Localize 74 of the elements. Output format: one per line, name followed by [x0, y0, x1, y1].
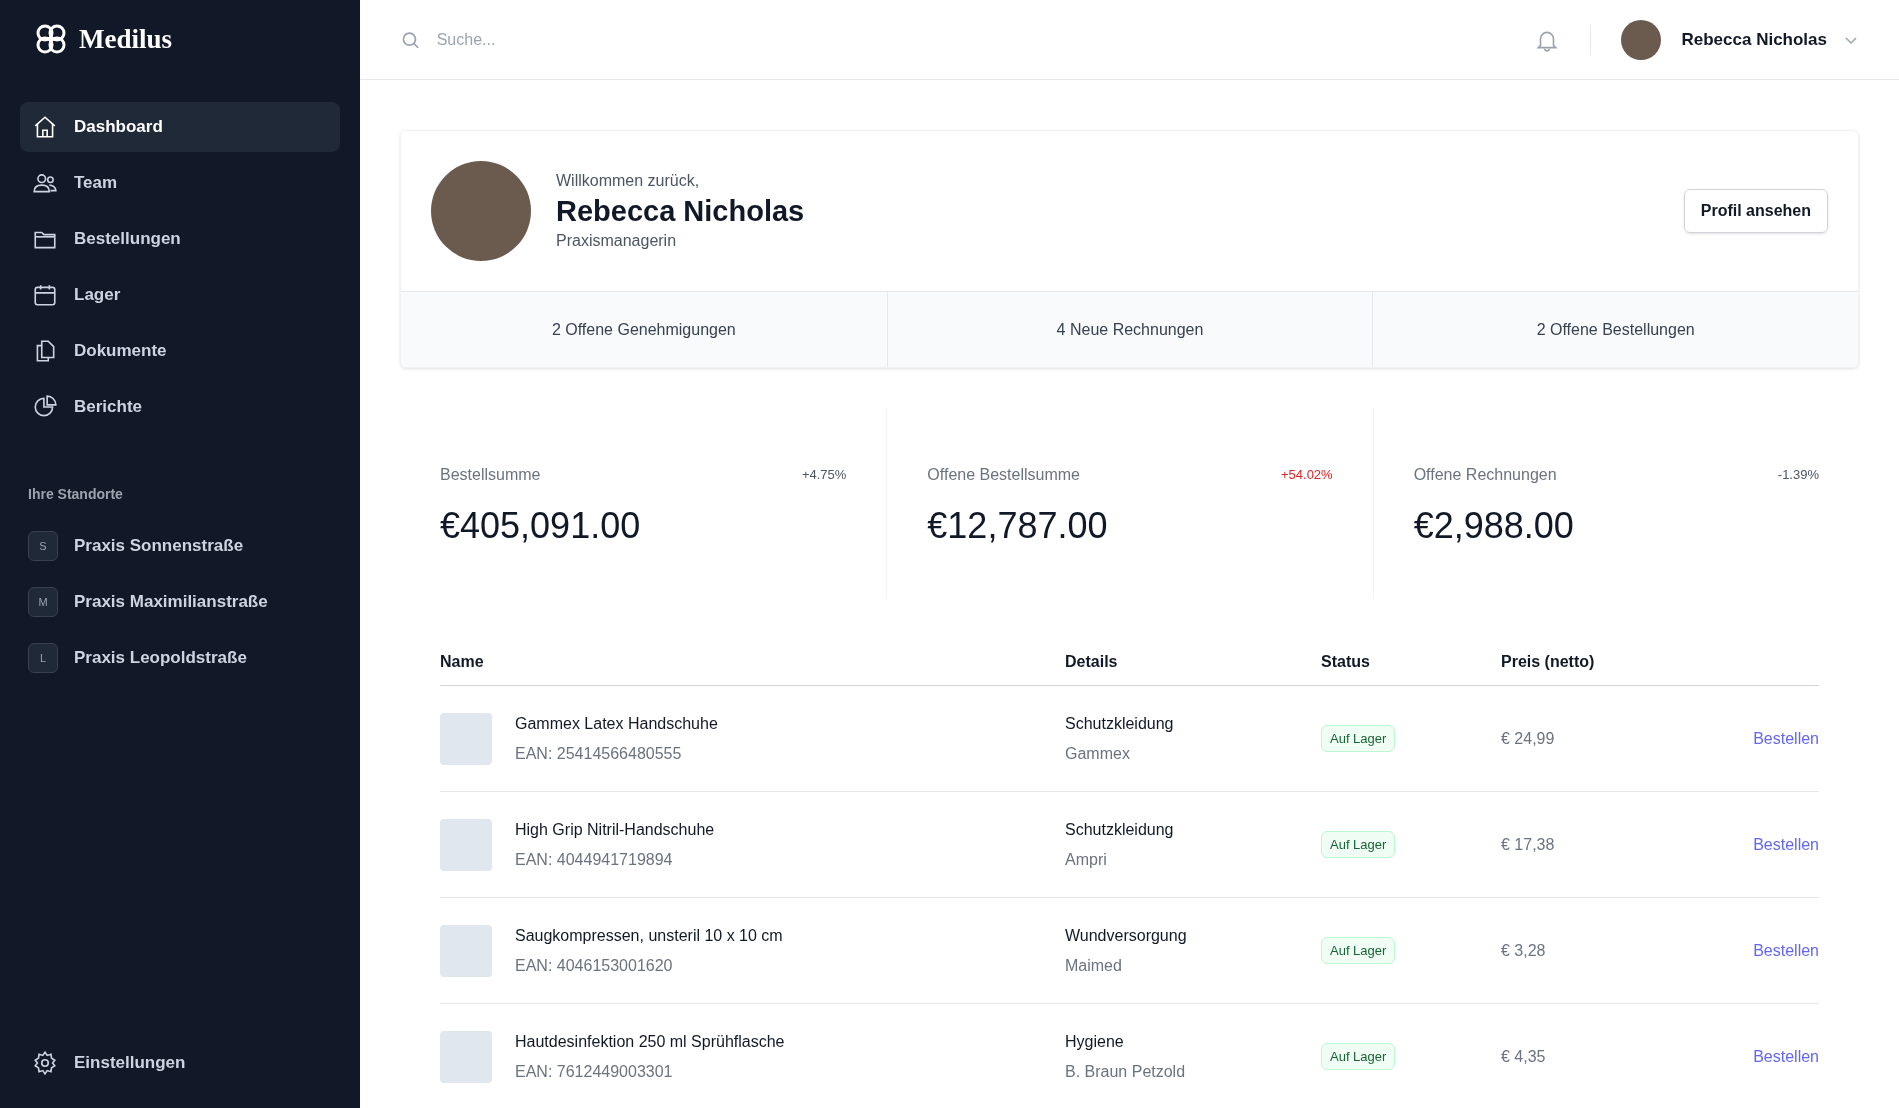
- section-heading: Ihre Standorte: [27, 485, 124, 504]
- nav-item[interactable]: Berichte: [20, 382, 340, 432]
- column-header: Preis (netto): [1501, 651, 1596, 672]
- order-link[interactable]: Bestellen: [1753, 938, 1819, 963]
- product-ean: EAN: 25414566480555: [515, 743, 683, 764]
- summary-item: 2 Offene Genehmigungen: [551, 319, 736, 340]
- product-name: Hautdesinfektion 250 ml Sprühflasche: [515, 1031, 785, 1052]
- logo-icon: [35, 23, 67, 55]
- stat-change: -1.39%: [1777, 466, 1819, 485]
- settings-link[interactable]: Einstellungen: [20, 1038, 340, 1088]
- product-ean: EAN: 7612449003301: [515, 1061, 674, 1082]
- product-brand: B. Braun Petzold: [1065, 1061, 1187, 1082]
- product-brand: Gammex: [1065, 743, 1131, 764]
- stat-change: +4.75%: [801, 466, 847, 485]
- product-ean: EAN: 4046153001620: [515, 955, 674, 976]
- status-badge: Auf Lager: [1321, 936, 1396, 965]
- stat-label: Offene Rechnungen: [1413, 465, 1557, 485]
- product-name: Gammex Latex Handschuhe: [515, 713, 718, 734]
- product-category: Schutzkleidung: [1065, 713, 1175, 734]
- view-profile-button[interactable]: Profil ansehen: [1683, 189, 1828, 233]
- user-avatar[interactable]: [1621, 19, 1662, 60]
- product-category: Hygiene: [1065, 1031, 1125, 1052]
- order-link[interactable]: Bestellen: [1753, 1044, 1819, 1069]
- price: € 4,35: [1501, 1046, 1546, 1067]
- nav-item[interactable]: Lager: [20, 270, 340, 320]
- home-icon: [32, 114, 58, 140]
- product-photo: [440, 712, 492, 765]
- location-link[interactable]: M Praxis Maximilianstraße: [20, 577, 340, 627]
- stat-value: €2,988.00: [1413, 504, 1575, 548]
- product-photo: [440, 1030, 492, 1083]
- column-header: Details: [1065, 651, 1119, 672]
- column-header: Name: [440, 651, 485, 672]
- product-name: High Grip Nitril-Handschuhe: [515, 819, 715, 840]
- product-category: Wundversorgung: [1065, 925, 1188, 946]
- brand-name: Medilus: [79, 22, 172, 56]
- product-brand: Ampri: [1065, 849, 1108, 870]
- settings-icon: [32, 1050, 58, 1076]
- stat-change: +54.02%: [1280, 466, 1333, 485]
- order-link[interactable]: Bestellen: [1753, 726, 1819, 751]
- stat-label: Bestellsumme: [440, 465, 541, 485]
- price: € 3,28: [1501, 940, 1546, 961]
- user-name[interactable]: Rebecca Nicholas: [1681, 26, 1827, 53]
- status-badge: Auf Lager: [1321, 830, 1396, 859]
- product-ean: EAN: 4044941719894: [515, 849, 674, 870]
- location-initial: M: [28, 587, 58, 617]
- product-name: Saugkompressen, unsteril 10 x 10 cm: [515, 925, 783, 946]
- location-link[interactable]: L Praxis Leopoldstraße: [20, 633, 340, 683]
- summary-item: 4 Neue Rechnungen: [1056, 319, 1204, 340]
- product-brand: Maimed: [1065, 955, 1123, 976]
- summary-item: 2 Offene Bestellungen: [1536, 319, 1695, 340]
- stat-value: €405,091.00: [440, 504, 642, 548]
- user-role: Praxismanagerin: [556, 231, 678, 252]
- stat-label: Offene Bestellsumme: [927, 465, 1080, 485]
- search-field[interactable]: Suche...: [436, 27, 1000, 52]
- nav-item[interactable]: Dashboard: [20, 102, 340, 152]
- calendar-icon: [32, 282, 58, 308]
- order-link[interactable]: Bestellen: [1753, 832, 1819, 857]
- user-name: Rebecca Nicholas: [556, 193, 805, 229]
- location-initial: L: [28, 643, 58, 673]
- location-initial: S: [28, 531, 58, 561]
- product-category: Schutzkleidung: [1065, 819, 1175, 840]
- nav-item[interactable]: Dokumente: [20, 326, 340, 376]
- status-badge: Auf Lager: [1321, 1042, 1396, 1071]
- product-photo: [440, 924, 492, 977]
- status-badge: Auf Lager: [1321, 724, 1396, 753]
- product-photo: [440, 818, 492, 871]
- price: € 24,99: [1501, 728, 1555, 749]
- price: € 17,38: [1501, 834, 1555, 855]
- greeting: Willkommen zurück,: [556, 170, 701, 191]
- location-link[interactable]: S Praxis Sonnenstraße: [20, 521, 340, 571]
- nav-item[interactable]: Bestellungen: [20, 214, 340, 264]
- stat-value: €12,787.00: [927, 504, 1109, 548]
- column-header: Status: [1321, 651, 1371, 672]
- nav-item[interactable]: Team: [20, 158, 340, 208]
